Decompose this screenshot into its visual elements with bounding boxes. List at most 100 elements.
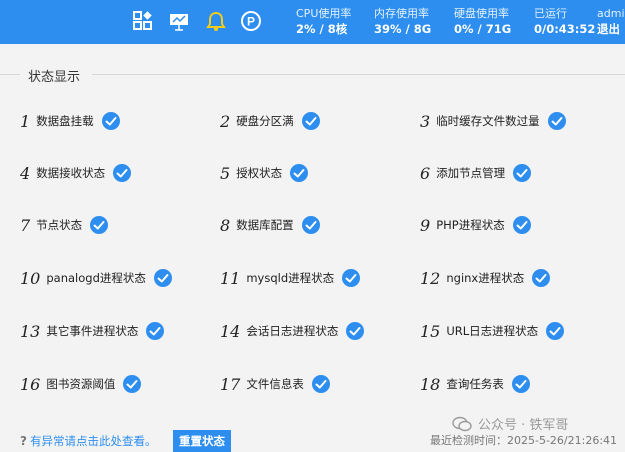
status-item-number: 13 [20, 321, 41, 341]
watermark-text: 公众号 · 铁军哥 [478, 418, 569, 433]
status-item: 5 授权状态 [220, 161, 309, 185]
wechat-icon [452, 416, 472, 431]
user-menu: admin 退出 [597, 6, 625, 38]
status-item: 7 节点状态 [20, 213, 109, 237]
cpu-usage: CPU使用率 2% / 8核 [296, 6, 351, 38]
status-item-label: PHP进程状态 [436, 218, 505, 232]
status-item: 3 临时缓存文件数过量 [420, 109, 566, 133]
fieldset-border-right [92, 74, 625, 75]
uptime-label: 已运行 [534, 7, 567, 20]
status-item: 17 文件信息表 [220, 372, 330, 396]
help-link-text[interactable]: 有异常请点击此处查看。 [30, 433, 157, 449]
cpu-usage-value: 2% / 8核 [296, 22, 348, 36]
last-check-time: 最近检测时间：2025-5-26/21:26:41 [430, 434, 618, 447]
status-item-number: 15 [420, 321, 441, 341]
status-item-label: mysqld进程状态 [246, 271, 335, 285]
question-icon: ? [20, 434, 27, 448]
status-item-number: 6 [420, 163, 431, 183]
svg-text:P: P [247, 15, 255, 29]
fieldset-border-left [0, 74, 20, 75]
parking-p-icon[interactable]: P [240, 10, 262, 32]
top-bar: P CPU使用率 2% / 8核 内存使用率 39% / 8G 硬盘使用率 0%… [0, 0, 625, 44]
status-item-label: 数据盘挂载 [36, 114, 94, 128]
status-item: 10 panalogd进程状态 [20, 266, 172, 290]
check-circle-icon [311, 375, 330, 393]
status-item-label: 添加节点管理 [436, 166, 506, 180]
status-item: 11 mysqld进程状态 [220, 266, 361, 290]
status-item-label: 硬盘分区满 [236, 114, 294, 128]
check-circle-icon [113, 164, 132, 182]
status-item-number: 10 [20, 268, 41, 288]
check-circle-icon [301, 216, 320, 234]
status-item-label: 数据接收状态 [36, 166, 106, 180]
check-circle-icon [101, 112, 120, 130]
status-item-number: 2 [220, 111, 231, 131]
watermark: 公众号 · 铁军哥 [452, 414, 568, 433]
logout-link[interactable]: 退出 [597, 21, 625, 38]
status-item-label: 会话日志进程状态 [246, 324, 339, 338]
status-item: 4 数据接收状态 [20, 161, 132, 185]
check-circle-icon [546, 322, 565, 340]
status-item: 15 URL日志进程状态 [420, 319, 565, 343]
check-circle-icon [123, 375, 142, 393]
status-item-label: 数据库配置 [236, 218, 294, 232]
disk-usage-value: 0% / 71G [454, 22, 512, 36]
check-circle-icon [301, 112, 320, 130]
apps-icon[interactable] [132, 10, 154, 32]
memory-usage-label: 内存使用率 [374, 7, 429, 20]
status-item: 1 数据盘挂载 [20, 109, 120, 133]
username[interactable]: admin [597, 6, 625, 21]
status-item-number: 9 [420, 215, 431, 235]
bell-icon[interactable] [205, 10, 227, 32]
status-item-label: 图书资源阈值 [46, 377, 116, 391]
status-item-label: 其它事件进程状态 [46, 324, 139, 338]
status-item-label: URL日志进程状态 [446, 324, 539, 338]
status-item-number: 18 [420, 374, 441, 394]
cpu-usage-label: CPU使用率 [296, 7, 352, 20]
status-item-label: 授权状态 [236, 166, 283, 180]
check-circle-icon [512, 216, 531, 234]
status-item-label: 查询任务表 [446, 377, 504, 391]
status-item: 18 查询任务表 [420, 372, 530, 396]
status-item: 14 会话日志进程状态 [220, 319, 365, 343]
status-item: 16 图书资源阈值 [20, 372, 142, 396]
status-item-number: 3 [420, 111, 431, 131]
status-item-number: 5 [220, 163, 231, 183]
uptime: 已运行 0/0:43:52 [534, 6, 595, 38]
status-item: 9 PHP进程状态 [420, 213, 531, 237]
memory-usage-value: 39% / 8G [374, 22, 432, 36]
status-item-label: 文件信息表 [246, 377, 304, 391]
memory-usage: 内存使用率 39% / 8G [374, 6, 431, 38]
status-item-number: 16 [20, 374, 41, 394]
status-item-number: 14 [220, 321, 241, 341]
check-circle-icon [342, 269, 361, 287]
check-circle-icon [511, 375, 530, 393]
status-item: 8 数据库配置 [220, 213, 320, 237]
check-circle-icon [146, 322, 165, 340]
status-item-number: 12 [420, 268, 441, 288]
disk-usage: 硬盘使用率 0% / 71G [454, 6, 511, 38]
uptime-value: 0/0:43:52 [534, 22, 596, 36]
status-item-number: 11 [220, 268, 241, 288]
check-circle-icon [547, 112, 566, 130]
reset-status-button[interactable]: 重置状态 [173, 430, 231, 452]
status-item: 6 添加节点管理 [420, 161, 532, 185]
check-circle-icon [290, 164, 309, 182]
status-item: 2 硬盘分区满 [220, 109, 320, 133]
status-item-label: 节点状态 [36, 218, 83, 232]
check-circle-icon [513, 164, 532, 182]
check-circle-icon [90, 216, 109, 234]
status-item-label: panalogd进程状态 [46, 271, 146, 285]
status-item-label: nginx进程状态 [446, 271, 525, 285]
status-item: 12 nginx进程状态 [420, 266, 551, 290]
status-item-label: 临时缓存文件数过量 [436, 114, 540, 128]
presentation-board-icon[interactable] [168, 10, 190, 32]
help-link[interactable]: ? 有异常请点击此处查看。 [20, 433, 156, 449]
status-item-number: 4 [20, 163, 31, 183]
status-item-number: 8 [220, 215, 231, 235]
disk-usage-label: 硬盘使用率 [454, 7, 509, 20]
status-item-number: 17 [220, 374, 241, 394]
status-item-number: 1 [20, 111, 31, 131]
section-title: 状态显示 [28, 70, 81, 85]
check-circle-icon [153, 269, 172, 287]
